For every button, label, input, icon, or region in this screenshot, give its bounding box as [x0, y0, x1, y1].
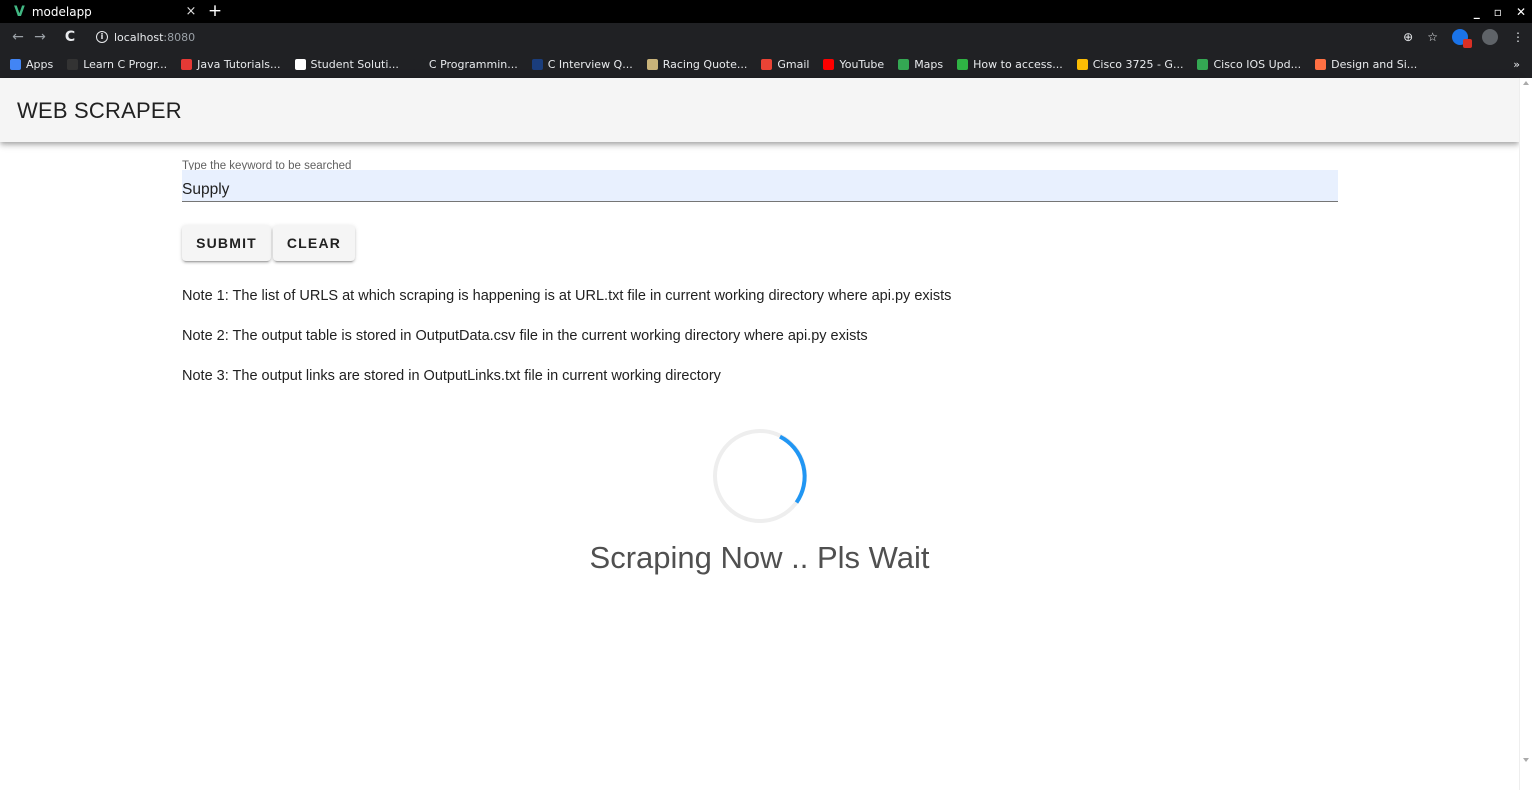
bookmark-label: C Interview Q... [547, 58, 633, 71]
bookmark-label: Cisco IOS Upd... [1213, 58, 1302, 71]
bookmark-item[interactable]: YouTube [823, 58, 884, 71]
bookmark-item[interactable]: Apps [10, 58, 53, 71]
bookmark-label: Design and Si... [1331, 58, 1418, 71]
bookmark-favicon-icon [1315, 59, 1327, 70]
browser-toolbar: ← → C i localhost:8080 [0, 23, 1532, 51]
note-1: Note 1: The list of URLS at which scrapi… [182, 288, 952, 304]
bookmark-favicon-icon [10, 59, 21, 70]
zoom-icon[interactable]: ⊕ [1403, 30, 1413, 44]
bookmark-favicon-icon [957, 59, 969, 70]
bookmark-item[interactable]: Learn C Progr... [67, 58, 167, 71]
app-bar: WEB SCRAPER [0, 78, 1519, 142]
tab-close-icon[interactable]: × [182, 4, 200, 19]
submit-button[interactable]: SUBMIT [182, 225, 271, 261]
scroll-up-icon[interactable] [1523, 81, 1529, 85]
menu-icon[interactable]: ⋮ [1512, 30, 1524, 44]
address-bar[interactable]: i localhost:8080 [88, 26, 1436, 48]
new-tab-button[interactable]: + [206, 1, 224, 21]
app-title: WEB SCRAPER [17, 98, 182, 123]
vue-logo-icon: V [14, 3, 25, 20]
tab-strip: V modelapp × + _ ▫ ✕ [0, 0, 1532, 23]
bookmark-item[interactable]: Design and Si... [1315, 58, 1417, 71]
bookmark-favicon-icon [531, 59, 543, 70]
info-icon[interactable]: i [96, 31, 108, 43]
forward-button[interactable]: → [30, 27, 50, 47]
bookmark-label: Maps [914, 58, 944, 71]
bookmark-favicon-icon [294, 59, 306, 70]
bookmark-favicon-icon [1197, 59, 1209, 70]
url-host: localhost [114, 30, 164, 44]
web-page: WEB SCRAPER Type the keyword to be searc… [0, 78, 1519, 790]
star-icon[interactable]: ☆ [1427, 30, 1438, 44]
extension-icon[interactable] [1452, 29, 1472, 48]
bookmark-favicon-icon [1076, 59, 1088, 70]
note-2: Note 2: The output table is stored in Ou… [182, 328, 868, 344]
bookmark-item[interactable]: Racing Quote... [646, 58, 748, 71]
clear-button[interactable]: CLEAR [273, 225, 355, 261]
bookmark-favicon-icon [67, 59, 79, 70]
bookmark-item[interactable]: Maps [898, 58, 943, 71]
bookmark-label: Racing Quote... [662, 58, 748, 71]
loading-message: Scraping Now .. Pls Wait [589, 540, 930, 575]
bookmark-item[interactable]: Java Tutorials... [181, 58, 281, 71]
bookmark-item[interactable]: C Interview Q... [531, 58, 633, 71]
browser-tab[interactable]: V modelapp × [8, 0, 200, 23]
bookmark-favicon-icon [412, 59, 424, 70]
bookmarks-overflow-button[interactable]: » [1513, 51, 1520, 78]
bookmark-item[interactable]: How to access... [957, 58, 1063, 71]
bookmark-label: Java Tutorials... [197, 58, 281, 71]
bookmark-favicon-icon [181, 59, 193, 70]
bookmark-favicon-icon [898, 59, 910, 70]
bookmark-favicon-icon [646, 59, 658, 70]
bookmark-item[interactable]: Student Soluti... [294, 58, 399, 71]
loading-spinner-icon [713, 429, 807, 523]
keyword-field: Type the keyword to be searched [182, 160, 1338, 203]
bookmarks-bar: Apps Learn C Progr... Java Tutorials... Stu… [0, 51, 1532, 78]
toolbar-actions: ⊕ ☆ ⋮ [1403, 23, 1524, 51]
keyword-input[interactable] [182, 170, 1338, 202]
tab-title: modelapp [31, 4, 92, 19]
minimize-button[interactable]: _ [1474, 5, 1480, 19]
page-scrollbar[interactable] [1519, 78, 1532, 790]
spinner-arc [779, 434, 807, 504]
bookmark-item[interactable]: C Programmin... [412, 58, 518, 71]
back-button[interactable]: ← [8, 27, 28, 47]
scroll-down-icon[interactable] [1523, 758, 1529, 762]
bookmark-label: C Programmin... [428, 58, 518, 71]
window-controls: _ ▫ ✕ [1474, 0, 1526, 23]
bookmark-label: How to access... [973, 58, 1063, 71]
bookmark-label: YouTube [839, 58, 885, 71]
bookmark-item[interactable]: Cisco IOS Upd... [1197, 58, 1301, 71]
bookmark-favicon-icon [761, 59, 773, 70]
close-window-button[interactable]: ✕ [1516, 5, 1526, 19]
bookmark-label: Cisco 3725 - G... [1092, 58, 1184, 71]
note-3: Note 3: The output links are stored in O… [182, 368, 721, 384]
bookmark-label: Gmail [777, 58, 810, 71]
reload-button[interactable]: C [60, 27, 80, 47]
bookmark-label: Learn C Progr... [83, 58, 168, 71]
bookmark-label: Student Soluti... [310, 58, 399, 71]
bookmark-label: Apps [26, 58, 54, 71]
bookmark-item[interactable]: Gmail [761, 58, 809, 71]
bookmark-favicon-icon [823, 59, 835, 70]
bookmark-item[interactable]: Cisco 3725 - G... [1076, 58, 1184, 71]
restore-button[interactable]: ▫ [1494, 5, 1502, 19]
profile-icon[interactable] [1482, 29, 1498, 45]
url-port: :8080 [163, 30, 196, 44]
